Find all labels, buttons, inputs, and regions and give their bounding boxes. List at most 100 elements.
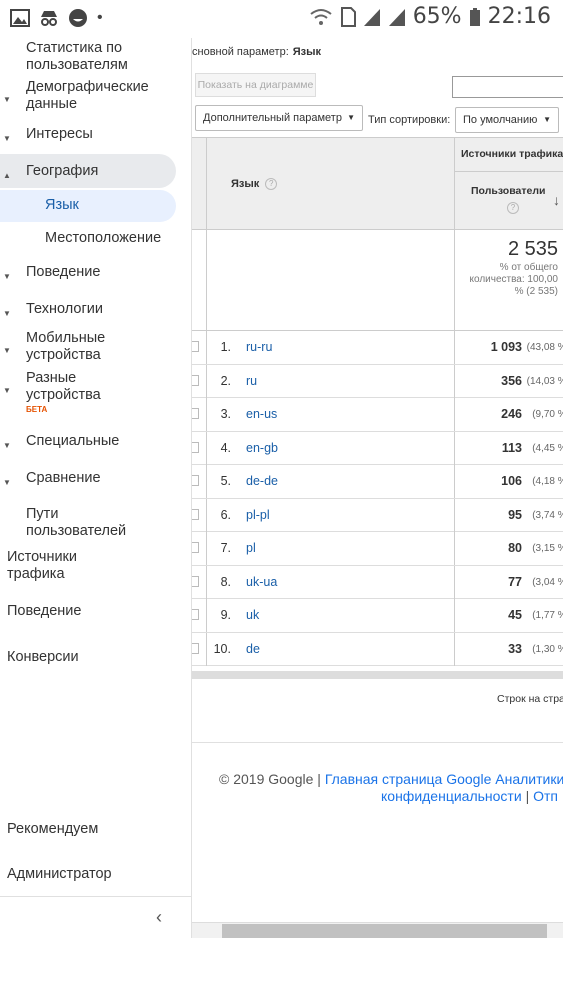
caret-down-icon: ▼ [3,441,11,450]
table-row: 7. pl 80 (3,15 %) [192,532,563,566]
row-checkbox[interactable] [192,441,199,453]
sidebar-divider [0,896,192,897]
sidebar-item-label: Технологии [26,301,103,317]
sidebar-item-label: Демографические [26,79,149,95]
secondary-dimension-select[interactable]: Дополнительный параметр ▼ [195,105,363,131]
primary-dimension: сновной параметр: Язык [192,46,321,58]
sidebar-item-label: Язык [45,197,79,213]
language-link[interactable]: uk [246,608,259,622]
row-number: 1. [220,340,231,354]
footer-separator: | [525,788,530,804]
incognito-icon [41,11,57,26]
checkbox-column [192,138,207,229]
table-bottom-bar [192,671,563,679]
language-link[interactable]: en-us [246,407,277,421]
sort-type-label: Тип сортировки: [368,114,451,126]
table-row: 6. pl-pl 95 (3,74 %) [192,498,563,532]
users-percent: (3,74 %) [532,509,563,521]
sim-icon [340,6,356,27]
row-checkbox[interactable] [192,542,199,553]
row-number: 5. [220,474,231,488]
sort-desc-icon[interactable]: ↓ [553,192,560,208]
users-value: 45 [508,608,522,622]
language-link[interactable]: ru [246,374,257,388]
users-percent: (4,18 %) [532,476,563,487]
footer-link-privacy[interactable]: конфиденциальности [381,788,522,804]
metric-cell: 80 (3,15 %) [454,532,563,565]
header-divider [455,171,563,172]
sort-type-select[interactable]: По умолчанию ▼ [455,107,559,133]
show-on-chart-button[interactable]: Показать на диаграмме [195,73,316,97]
sidebar-item-label-line2: пользователей [26,523,127,539]
sidebar-item-label: Мобильные [26,330,106,346]
table-row: 10. de 33 (1,30 %) [192,632,563,666]
footer-link-feedback[interactable]: Отп [533,788,558,804]
row-checkbox[interactable] [192,408,199,419]
caret-down-icon: ▼ [3,346,11,355]
row-checkbox[interactable] [192,642,199,654]
table-row: 2. ru 356 (14,03 %) [192,364,563,398]
help-icon[interactable]: ? [507,202,519,214]
users-percent: (9,70 %) [532,409,563,420]
table-row: 9. uk 45 (1,77 %) [192,599,563,633]
checkbox-column [192,331,207,364]
metric-cell: 113 (4,45 %) [454,431,563,465]
dot-icon: • [97,9,103,26]
caret-down-icon: ▼ [3,272,11,281]
footer-line-2: конфиденциальности | Отп [381,788,558,805]
table-search-input[interactable] [452,76,563,98]
metric-cell: 1 093 (43,08 %) [454,331,563,364]
caret-down-icon: ▼ [3,386,11,395]
sidebar-item-label-line2: данные [26,96,78,112]
battery-icon [469,7,480,26]
sidebar-item-label: Местоположение [45,230,162,246]
primary-dimension-value[interactable]: Язык [293,46,321,58]
language-link[interactable]: uk-ua [246,575,277,589]
row-number: 9. [220,608,231,622]
signal-icon [388,8,405,26]
row-checkbox[interactable] [192,508,199,520]
checkbox-column [192,364,207,398]
caret-down-icon: ▼ [3,309,11,318]
language-link[interactable]: ru-ru [246,340,272,354]
language-column-header[interactable]: Язык? [231,178,278,191]
row-checkbox[interactable] [192,374,199,386]
row-checkbox[interactable] [192,609,199,620]
language-link[interactable]: pl-pl [246,508,270,522]
checkbox-column [192,431,207,465]
total-metric-cell: 2 535 % от общего количества: 100,00 % (… [454,230,563,330]
sidebar-item-label: Источники [7,549,78,565]
checkbox-column [192,565,207,599]
row-checkbox[interactable] [192,475,199,486]
metric-cell: 33 (1,30 %) [454,632,563,666]
language-link[interactable]: de [246,642,260,656]
chevron-left-icon[interactable]: ‹ [156,907,162,928]
users-column-header[interactable]: Пользователи [471,185,545,197]
users-percent: (14,03 %) [526,375,563,387]
users-value: 1 093 [490,340,522,354]
language-active-bg [0,190,176,222]
footer-link-home[interactable]: Главная страница Google Аналитики [325,771,563,787]
row-checkbox[interactable] [192,575,199,587]
sidebar: Статистика по пользователям ▼ Демографич… [0,38,192,938]
users-percent: (4,45 %) [532,442,563,454]
users-value: 113 [501,440,522,455]
scrollbar-thumb[interactable] [222,924,547,938]
table-total-row: 2 535 % от общего количества: 100,00 % (… [192,230,563,331]
sidebar-item-label: Администратор [7,866,112,882]
checkbox-column [192,498,207,532]
caret-down-icon: ▼ [347,113,355,122]
help-icon[interactable]: ? [265,178,278,191]
row-number: 8. [220,574,231,589]
table-row: 3. en-us 246 (9,70 %) [192,398,563,432]
horizontal-scrollbar[interactable] [192,922,563,938]
row-checkbox[interactable] [192,341,199,352]
language-link[interactable]: en-gb [246,441,278,455]
sidebar-item-user-stats[interactable]: Статистика по пользователям [0,40,192,73]
users-percent: (1,77 %) [532,610,563,621]
language-column-label: Язык [231,178,260,190]
language-link[interactable]: de-de [246,474,278,488]
language-link[interactable]: pl [246,541,256,555]
metric-cell: 246 (9,70 %) [454,398,563,431]
caret-down-icon: ▼ [3,478,11,487]
